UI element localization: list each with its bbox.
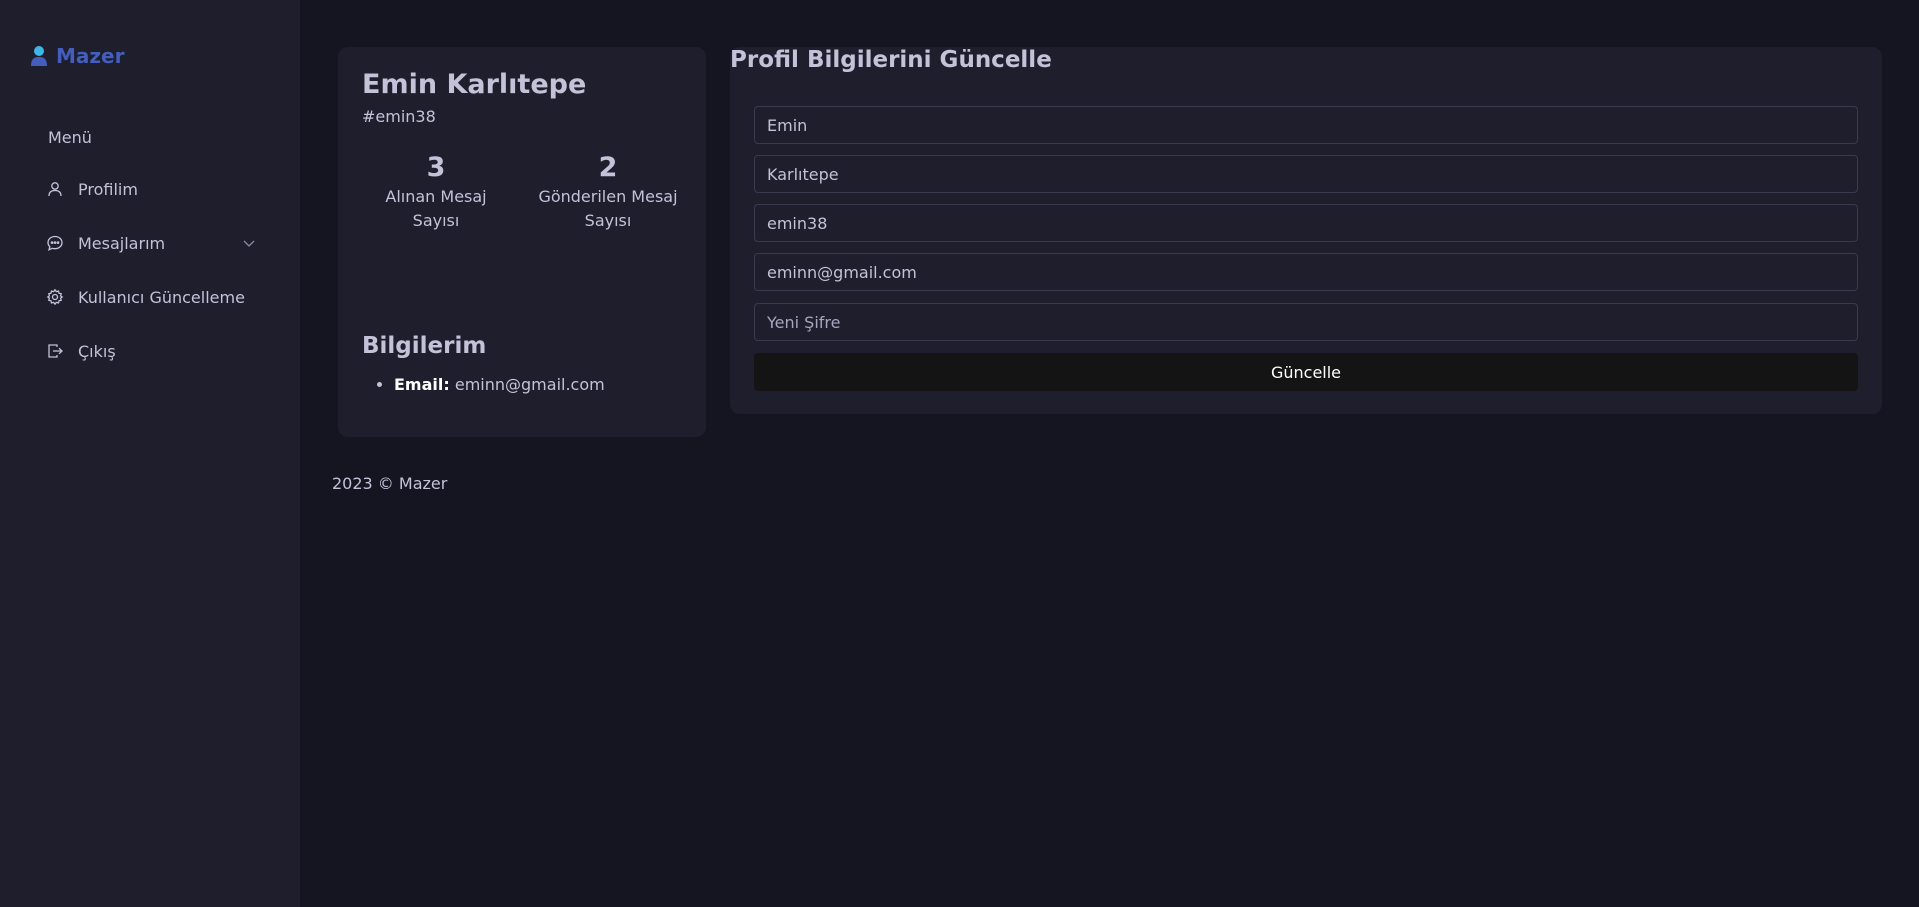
list-item: Email: eminn@gmail.com bbox=[394, 375, 605, 394]
logout-icon bbox=[48, 344, 63, 358]
stat-value: 3 bbox=[426, 152, 446, 183]
sidebar-item-label: Mesajlarım bbox=[78, 233, 166, 253]
update-button[interactable]: Güncelle bbox=[754, 353, 1858, 391]
sidebar-item-user-update[interactable]: Kullanıcı Güncelleme bbox=[46, 282, 256, 312]
stat-label-line: Sayısı bbox=[412, 211, 460, 230]
info-list: Email: eminn@gmail.com bbox=[394, 375, 605, 394]
sidebar-item-label: Kullanıcı Güncelleme bbox=[78, 287, 245, 307]
brand-name: Mazer bbox=[56, 44, 125, 68]
message-icon bbox=[47, 235, 63, 251]
chevron-down-icon[interactable] bbox=[242, 236, 256, 250]
sidebar: Mazer Menü Profilim Mesajlarım Kullanıcı… bbox=[0, 0, 300, 907]
sidebar-item-logout[interactable]: Çıkış bbox=[46, 336, 256, 366]
stat-label-line: Gönderilen Mesaj bbox=[538, 187, 678, 206]
gear-icon bbox=[46, 288, 64, 306]
footer-copyright: 2023 © Mazer bbox=[332, 474, 448, 493]
profile-card: Emin Karlıtepe #emin38 3 Alınan Mesaj Sa… bbox=[338, 47, 706, 437]
email-label: Email: bbox=[394, 375, 450, 394]
stat-label-line: Sayısı bbox=[584, 211, 632, 230]
user-icon bbox=[48, 182, 62, 197]
brand[interactable]: Mazer bbox=[30, 44, 124, 68]
sidebar-item-label: Profilim bbox=[78, 179, 138, 199]
stat-sent-messages: 2 Gönderilen Mesaj Sayısı bbox=[533, 153, 683, 233]
stat-label: Gönderilen Mesaj Sayısı bbox=[533, 185, 683, 233]
sidebar-item-label: Çıkış bbox=[78, 341, 116, 361]
stat-received-messages: 3 Alınan Mesaj Sayısı bbox=[361, 153, 511, 233]
menu-title: Menü bbox=[48, 128, 92, 147]
profile-handle: #emin38 bbox=[362, 107, 436, 126]
last-name-input[interactable] bbox=[754, 155, 1858, 193]
profile-update-form: Profil Bilgilerini Güncelle Güncelle bbox=[730, 47, 1882, 414]
info-title: Bilgilerim bbox=[362, 333, 487, 359]
email-value: eminn@gmail.com bbox=[454, 375, 605, 394]
first-name-input[interactable] bbox=[754, 106, 1858, 144]
stat-label: Alınan Mesaj Sayısı bbox=[361, 185, 511, 233]
stat-label-line: Alınan Mesaj bbox=[385, 187, 487, 206]
email-input[interactable] bbox=[754, 253, 1858, 291]
user-icon bbox=[31, 46, 47, 66]
profile-name: Emin Karlıtepe bbox=[362, 69, 587, 100]
username-input[interactable] bbox=[754, 204, 1858, 242]
new-password-input[interactable] bbox=[754, 303, 1858, 341]
sidebar-item-messages[interactable]: Mesajlarım bbox=[46, 228, 256, 258]
form-title: Profil Bilgilerini Güncelle bbox=[730, 47, 1052, 73]
stat-value: 2 bbox=[598, 152, 618, 183]
sidebar-item-profile[interactable]: Profilim bbox=[46, 174, 256, 204]
